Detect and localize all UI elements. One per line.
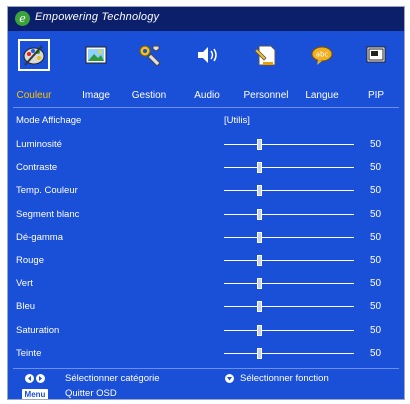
slider-thumb[interactable] xyxy=(257,347,262,359)
setting-label: Rouge xyxy=(16,255,44,266)
setting-row[interactable]: Contraste 50 xyxy=(7,162,405,184)
setting-label: Vert xyxy=(16,278,33,290)
tab-gestion[interactable]: Gestion xyxy=(132,90,166,101)
slider-thumb[interactable] xyxy=(257,301,262,313)
slider-track[interactable] xyxy=(224,236,354,238)
tab-image[interactable]: Image xyxy=(82,90,110,101)
category-icon-bar: abc xyxy=(7,39,405,73)
slider-thumb[interactable] xyxy=(257,139,262,150)
setting-row[interactable]: Segment blanc 50 xyxy=(7,208,405,231)
svg-text:abc: abc xyxy=(316,51,329,59)
hint-select-function: Sélectionner fonction xyxy=(240,373,329,384)
slider-value: 50 xyxy=(370,324,382,336)
menu-button[interactable]: Menu xyxy=(22,389,48,400)
tab-langue[interactable]: Langue xyxy=(305,90,338,101)
slider-value: 50 xyxy=(370,231,382,243)
setting-row[interactable]: Vert 50 xyxy=(7,278,405,300)
setting-row[interactable]: Bleu 50 xyxy=(7,301,405,323)
setting-label: Contraste xyxy=(16,162,58,174)
setting-label: Segment blanc xyxy=(16,208,80,220)
slider-value: 50 xyxy=(370,255,382,266)
setting-label: Temp. Couleur xyxy=(16,185,78,197)
tab-pip[interactable]: PIP xyxy=(368,90,384,101)
slider-value: 50 xyxy=(370,185,382,197)
setting-label: Luminosité xyxy=(16,139,62,150)
slider-value: 50 xyxy=(370,162,382,174)
speaker-icon[interactable] xyxy=(193,41,221,69)
setting-row[interactable]: Dé-gamma 50 xyxy=(7,231,405,254)
footer-nav-row: Sélectionner catégorie Sélectionner fonc… xyxy=(7,372,405,388)
setting-row-mode[interactable]: Mode Affichage [Utilis] xyxy=(7,115,405,137)
setting-value[interactable]: [Utilis] xyxy=(224,115,250,126)
image-icon[interactable] xyxy=(82,41,110,69)
down-arrow-icon xyxy=(225,374,234,383)
tab-couleur[interactable]: Couleur xyxy=(16,90,51,101)
personal-icon[interactable] xyxy=(252,41,280,69)
brand-logo: e xyxy=(15,11,30,26)
right-arrow-icon xyxy=(36,374,45,383)
title-bar: e Empowering Technology xyxy=(7,6,405,31)
pip-icon[interactable] xyxy=(362,41,390,69)
slider-track[interactable] xyxy=(224,306,354,308)
setting-label: Mode Affichage xyxy=(16,115,82,126)
slider-thumb[interactable] xyxy=(257,231,262,243)
slider-thumb[interactable] xyxy=(257,208,262,220)
setting-label: Bleu xyxy=(16,301,36,313)
tab-personnel[interactable]: Personnel xyxy=(243,90,288,101)
slider-thumb[interactable] xyxy=(257,278,262,290)
hint-quit-osd: Quitter OSD xyxy=(65,388,117,399)
divider xyxy=(13,107,399,108)
slider-value: 50 xyxy=(370,301,382,313)
slider-value: 50 xyxy=(370,347,382,359)
tools-icon[interactable] xyxy=(135,41,163,69)
osd-panel: e Empowering Technology abc Couleur Imag… xyxy=(7,6,405,400)
slider-track[interactable] xyxy=(224,213,354,215)
left-arrow-icon xyxy=(25,374,34,383)
slider-track[interactable] xyxy=(224,283,354,285)
brand-tagline: Empowering Technology xyxy=(35,11,160,23)
slider-value: 50 xyxy=(370,139,382,150)
slider-track[interactable] xyxy=(224,144,354,145)
slider-track[interactable] xyxy=(224,167,354,169)
divider xyxy=(13,368,399,369)
setting-row[interactable]: Luminosité 50 xyxy=(7,139,405,161)
setting-row[interactable]: Teinte 50 xyxy=(7,347,405,370)
setting-label: Dé-gamma xyxy=(16,231,63,243)
setting-label: Saturation xyxy=(16,324,60,336)
slider-thumb[interactable] xyxy=(257,324,262,336)
slider-track[interactable] xyxy=(224,329,354,331)
setting-label: Teinte xyxy=(16,347,42,359)
slider-thumb[interactable] xyxy=(257,185,262,197)
setting-row[interactable]: Temp. Couleur 50 xyxy=(7,185,405,207)
slider-thumb[interactable] xyxy=(257,162,262,174)
slider-thumb[interactable] xyxy=(257,255,262,266)
slider-track[interactable] xyxy=(224,260,354,261)
setting-row[interactable]: Rouge 50 xyxy=(7,255,405,277)
category-tabs: Couleur Image Gestion Audio Personnel La… xyxy=(7,90,405,104)
setting-row[interactable]: Saturation 50 xyxy=(7,324,405,347)
slider-track[interactable] xyxy=(224,352,354,354)
slider-value: 50 xyxy=(370,208,382,220)
slider-value: 50 xyxy=(370,278,382,290)
language-icon[interactable]: abc xyxy=(308,41,336,69)
tab-audio[interactable]: Audio xyxy=(194,90,220,101)
hint-select-category: Sélectionner catégorie xyxy=(65,373,160,384)
palette-icon[interactable] xyxy=(18,39,50,71)
footer-menu-row: Menu Quitter OSD xyxy=(7,388,405,404)
slider-track[interactable] xyxy=(224,190,354,192)
